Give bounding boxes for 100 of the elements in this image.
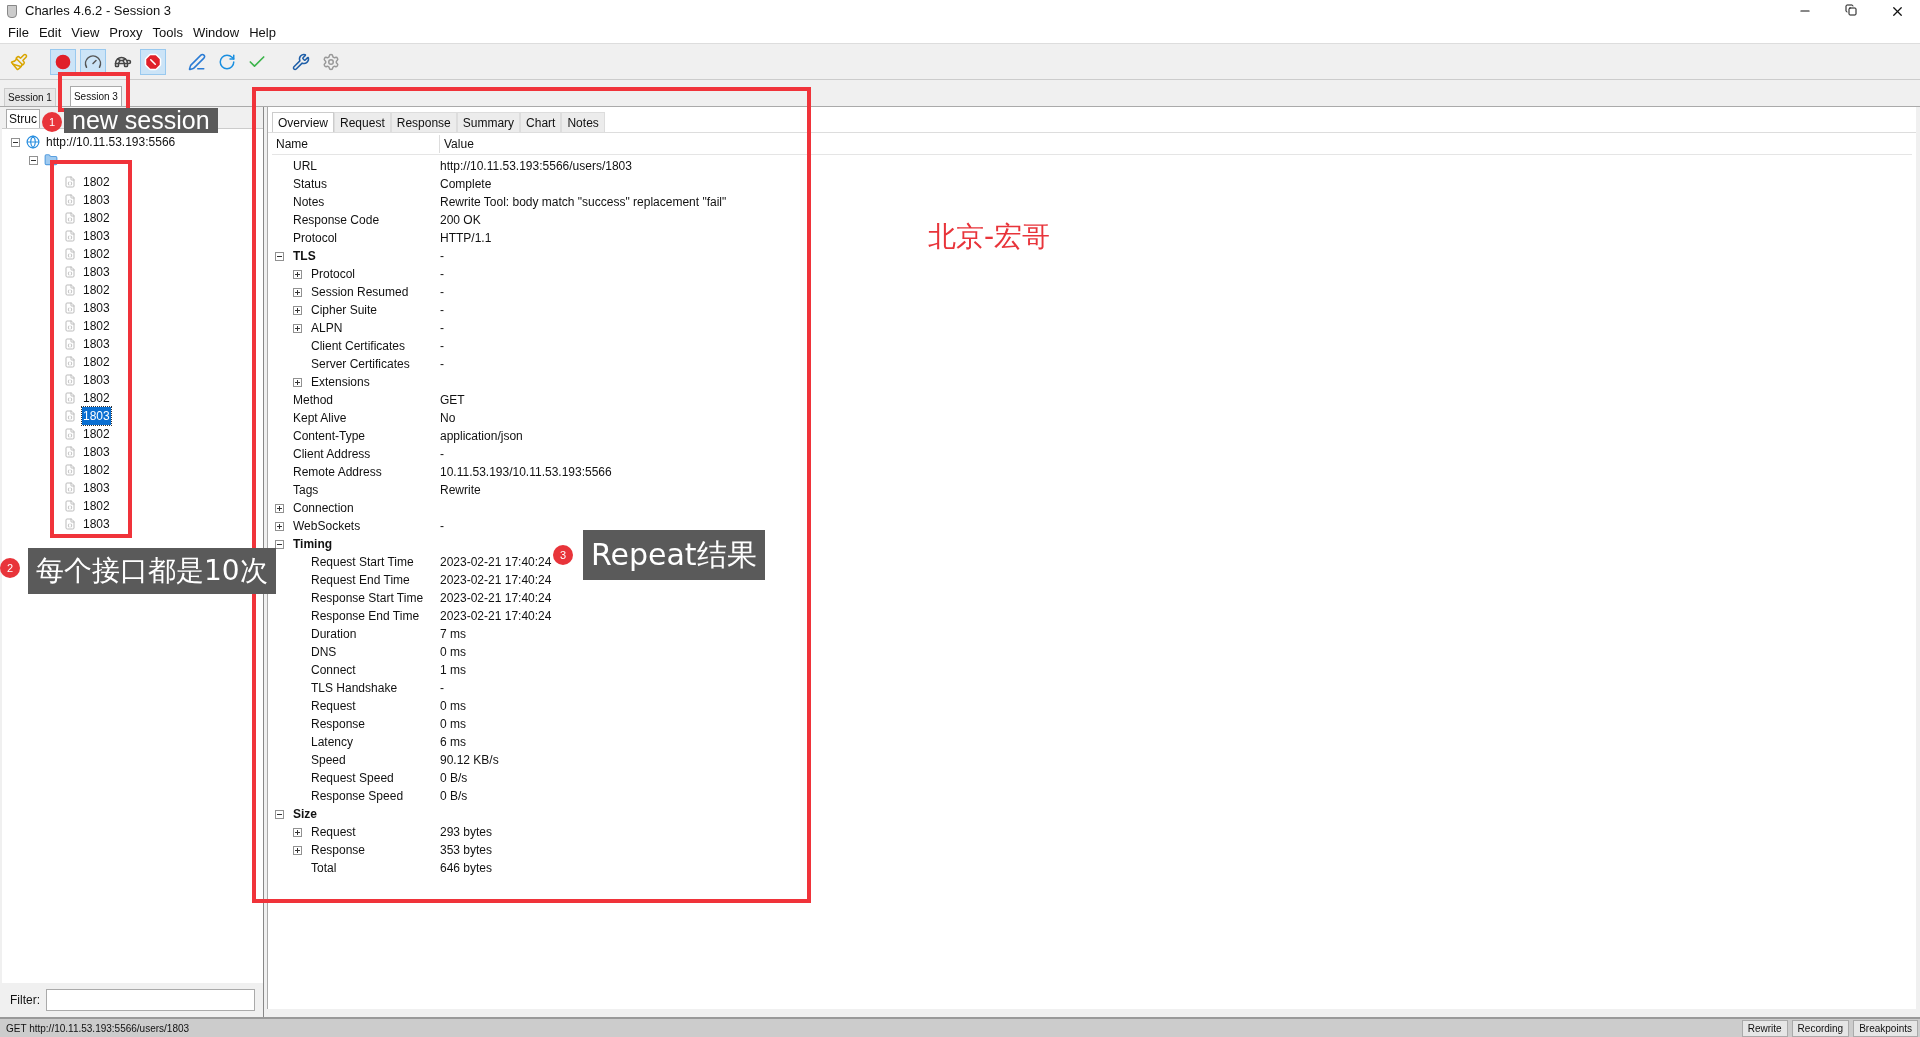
file-icon <box>64 212 76 224</box>
file-icon <box>64 518 76 530</box>
collapse-icon[interactable] <box>275 809 284 819</box>
expand-icon[interactable] <box>293 269 302 279</box>
file-icon <box>64 320 76 332</box>
property-name: Server Certificates <box>311 356 410 373</box>
property-value: 2023-02-21 17:40:24 <box>440 554 552 571</box>
property-value: Rewrite <box>440 482 481 499</box>
request-item[interactable]: 1802 <box>82 353 111 371</box>
detail-tab[interactable]: Request <box>334 112 391 132</box>
filter-field[interactable] <box>46 989 255 1011</box>
request-item[interactable]: 1802 <box>82 317 111 335</box>
property-value: HTTP/1.1 <box>440 230 492 247</box>
menu-item[interactable]: Tools <box>147 22 188 43</box>
status-button[interactable]: Rewrite <box>1741 1019 1788 1037</box>
folder-icon[interactable] <box>44 153 58 167</box>
collapse-icon[interactable] <box>275 539 284 549</box>
request-item[interactable]: 1803 <box>82 263 111 281</box>
expand-icon[interactable] <box>293 827 302 837</box>
detail-tab[interactable]: Chart <box>520 112 562 132</box>
expand-icon[interactable] <box>293 845 302 855</box>
request-item[interactable]: 1802 <box>82 425 111 443</box>
property-name: Status <box>293 176 328 193</box>
menu-item[interactable]: Help <box>244 22 281 43</box>
request-item[interactable]: 1802 <box>82 209 111 227</box>
detail-tab[interactable]: Notes <box>561 112 605 132</box>
expand-icon[interactable] <box>275 521 284 531</box>
menu-item[interactable]: View <box>66 22 105 43</box>
expand-icon[interactable] <box>293 323 302 333</box>
property-name: Extensions <box>311 374 370 391</box>
restore-icon[interactable] <box>1845 3 1857 16</box>
collapse-icon[interactable] <box>11 137 20 147</box>
stop-sign-icon <box>144 52 162 71</box>
property-name: Tags <box>293 482 319 499</box>
request-item[interactable]: 1803 <box>82 479 111 497</box>
property-value: - <box>440 320 444 337</box>
menu-item[interactable]: Edit <box>33 22 67 43</box>
collapse-icon[interactable] <box>275 251 284 261</box>
file-icon <box>64 248 76 260</box>
status-text: GET http://10.11.53.193:5566/users/1803 <box>6 1021 190 1036</box>
request-item[interactable]: 1802 <box>82 461 111 479</box>
detail-tab[interactable]: Response <box>390 112 457 132</box>
request-item[interactable]: 1803 <box>82 227 111 245</box>
toolbar-button[interactable] <box>140 48 166 75</box>
property-name: Notes <box>293 194 325 211</box>
property-value: 2023-02-21 17:40:24 <box>440 572 552 589</box>
property-value: 0 ms <box>440 698 466 715</box>
host-item[interactable]: http://10.11.53.193:5566 <box>46 133 176 151</box>
property-name: Protocol <box>293 230 338 247</box>
request-item[interactable]: 1802 <box>82 281 111 299</box>
request-item[interactable]: 1802 <box>82 173 111 191</box>
property-value: 0 ms <box>440 644 466 661</box>
expand-icon[interactable] <box>293 305 302 315</box>
settings-icon <box>322 52 340 71</box>
request-item[interactable]: 1803 <box>82 515 111 533</box>
request-item[interactable]: 1803 <box>82 443 111 461</box>
property-name: Connect <box>311 662 356 679</box>
request-item[interactable]: 1803 <box>82 299 111 317</box>
property-value: 0 ms <box>440 716 466 733</box>
property-name: Content-Type <box>293 428 366 445</box>
session-tab[interactable]: Session 1 <box>4 88 56 106</box>
detail-tab[interactable]: Overview <box>272 112 334 132</box>
request-item[interactable]: 1803 <box>82 407 111 425</box>
request-item[interactable]: 1803 <box>82 335 111 353</box>
session-tab[interactable]: Session 3 <box>69 86 122 106</box>
menu-item[interactable]: File <box>3 22 34 43</box>
request-item[interactable]: 1802 <box>82 245 111 263</box>
property-name: Method <box>293 392 334 409</box>
property-name: Connection <box>293 500 354 517</box>
request-item[interactable]: 1803 <box>82 371 111 389</box>
property-value: - <box>440 518 444 535</box>
detail-tab[interactable]: Summary <box>456 112 521 132</box>
property-name: TLS <box>293 248 316 265</box>
property-name: WebSockets <box>293 518 361 535</box>
expand-icon[interactable] <box>293 377 302 387</box>
toolbar-button[interactable] <box>80 48 106 75</box>
collapse-icon[interactable] <box>29 155 38 165</box>
property-value: 646 bytes <box>440 860 493 877</box>
status-button[interactable]: Recording <box>1791 1019 1850 1037</box>
number-badge: 2 <box>0 558 20 578</box>
menu-item[interactable]: Window <box>187 22 245 43</box>
expand-icon[interactable] <box>293 287 302 297</box>
view-tab[interactable]: Struc <box>6 109 40 128</box>
request-item[interactable]: 1803 <box>82 191 111 209</box>
app-icon <box>7 4 17 18</box>
property-name: Protocol <box>311 266 356 283</box>
property-name: Request End Time <box>311 572 410 589</box>
property-name: Response Code <box>293 212 380 229</box>
menu-item[interactable]: Proxy <box>104 22 148 43</box>
request-item[interactable]: 1802 <box>82 497 111 515</box>
expand-icon[interactable] <box>275 503 284 513</box>
toolbar-button[interactable] <box>50 48 76 75</box>
file-icon <box>64 338 76 350</box>
property-name: Request <box>311 698 356 715</box>
refresh-icon <box>218 52 236 71</box>
property-name: Session Resumed <box>311 284 409 301</box>
wrench-icon <box>292 52 310 71</box>
request-item[interactable]: 1802 <box>82 389 111 407</box>
property-name: TLS Handshake <box>311 680 398 697</box>
status-button[interactable]: Breakpoints <box>1853 1019 1918 1037</box>
